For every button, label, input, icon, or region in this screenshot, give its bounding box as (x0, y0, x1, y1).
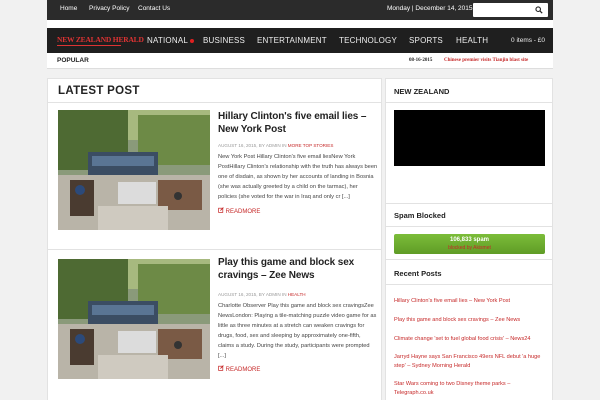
video-embed[interactable] (394, 110, 545, 166)
post-thumbnail-image (58, 259, 210, 379)
section-title: LATEST POST (58, 85, 140, 97)
readmore-label: READMORE (225, 367, 261, 373)
top-link-privacy-policy[interactable]: Privacy Policy (89, 5, 129, 12)
edit-icon (218, 207, 224, 213)
nav-item-sports[interactable]: SPORTS (409, 36, 443, 45)
readmore-link[interactable]: READMORE (218, 207, 260, 215)
popular-label: POPULAR (57, 57, 89, 64)
post-category[interactable]: HEALTH (288, 292, 306, 297)
logo-text: NEW ZEALAND HERALD (57, 35, 144, 44)
nav-item-national[interactable]: NATIONAL (147, 36, 188, 45)
logo-underline (57, 45, 121, 46)
post-thumbnail-image (58, 110, 210, 230)
top-date: Monday | December 14, 2015 (387, 5, 473, 12)
site-logo[interactable]: NEW ZEALAND HERALD (57, 34, 144, 47)
post-meta: AUGUST 16, 2015, BY ADMIN IN MORE TOP ST… (218, 143, 333, 148)
header-spacer (47, 20, 553, 28)
post-thumbnail[interactable] (58, 110, 210, 230)
post-excerpt: Charlotte Observer Play this game and bl… (218, 303, 377, 359)
section-header: LATEST POST (48, 79, 381, 103)
recent-post-link[interactable]: Star Wars coming to two Disney theme par… (394, 380, 550, 398)
widget-title-new-zealand: NEW ZEALAND (394, 87, 450, 96)
recent-post-link[interactable]: Climate change 'set to fuel global food … (394, 335, 550, 344)
ticker-headline[interactable]: Chinese premier visits Tianjin blast sit… (444, 58, 528, 63)
post-title[interactable]: Hillary Clinton's five email lies – New … (218, 110, 376, 136)
popular-ticker: POPULAR 08-16-2015 Chinese premier visit… (47, 53, 553, 69)
top-link-home[interactable]: Home (60, 5, 77, 12)
widget-divider (386, 203, 552, 204)
post-date-author: AUGUST 16, 2015, BY ADMIN IN (218, 292, 287, 297)
top-bar: Home Privacy Policy Contact Us Monday | … (47, 0, 553, 20)
nav-item-entertainment[interactable]: ENTERTAINMENT (257, 36, 327, 45)
sidebar: NEW ZEALAND Spam Blocked 106,833 spam bl… (385, 78, 553, 400)
widget-divider (386, 226, 552, 227)
nav-item-technology[interactable]: TECHNOLOGY (339, 36, 397, 45)
recent-post-link[interactable]: Hillary Clinton's five email lies – New … (394, 297, 550, 306)
post-date-author: AUGUST 16, 2015, BY ADMIN IN (218, 143, 287, 148)
post-excerpt: New York Post Hillary Clinton's five ema… (218, 154, 378, 200)
recent-post-link[interactable]: Play this game and block sex cravings – … (394, 316, 550, 325)
widget-divider (386, 102, 552, 103)
latest-posts-section: LATEST POST Hillary Clinton's five email… (47, 78, 382, 400)
ticker-date: 08-16-2015 (409, 58, 433, 63)
nav-active-dot (190, 39, 194, 43)
readmore-link[interactable]: READMORE (218, 365, 260, 373)
nav-item-business[interactable]: BUSINESS (203, 36, 245, 45)
widget-title-spam-blocked: Spam Blocked (394, 211, 446, 220)
main-nav: NEW ZEALAND HERALD NATIONAL BUSINESS ENT… (47, 28, 553, 53)
spam-blocked-by: blocked by Akismet (448, 245, 491, 251)
spam-count: 106,833 spam (449, 237, 490, 243)
top-link-contact-us[interactable]: Contact Us (138, 5, 170, 12)
recent-post-link[interactable]: Jarryd Hayne says San Francisco 49ers NF… (394, 353, 550, 371)
edit-icon (218, 365, 224, 371)
widget-divider (386, 259, 552, 260)
nav-item-health[interactable]: HEALTH (456, 36, 488, 45)
widget-divider (386, 284, 552, 285)
post-category[interactable]: MORE TOP STORIES (288, 143, 334, 148)
widget-title-recent-posts: Recent Posts (394, 269, 442, 278)
akismet-spam-counter[interactable]: 106,833 spam blocked by Akismet (394, 234, 545, 254)
post-title[interactable]: Play this game and block sex cravings – … (218, 256, 376, 282)
cart-summary[interactable]: 0 items - £0 (511, 37, 545, 44)
search-input[interactable] (473, 3, 548, 17)
post-meta: AUGUST 16, 2015, BY ADMIN IN HEALTH (218, 292, 306, 297)
search-icon[interactable] (535, 6, 543, 14)
readmore-label: READMORE (225, 209, 261, 215)
post-divider (48, 249, 381, 250)
post-thumbnail[interactable] (58, 259, 210, 379)
